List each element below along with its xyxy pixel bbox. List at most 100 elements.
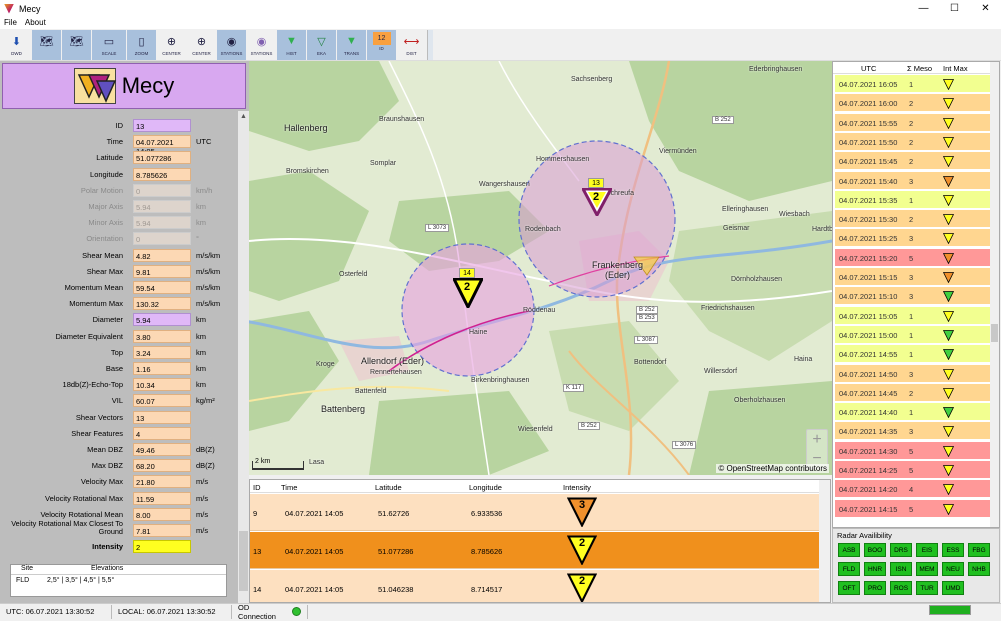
history-row[interactable]: 04.07.2021 14:45 2 (835, 383, 991, 402)
history-row[interactable]: 04.07.2021 16:00 2 (835, 94, 991, 113)
history-row[interactable]: 04.07.2021 15:00 1 (835, 325, 991, 344)
history-row[interactable]: 04.07.2021 14:30 5 (835, 441, 991, 460)
history-row[interactable]: 04.07.2021 15:55 2 (835, 113, 991, 132)
field-value[interactable]: 1.16 (133, 362, 191, 375)
cell-table-scrollbar[interactable] (819, 480, 830, 602)
menu-file[interactable]: File (0, 17, 21, 29)
field-value[interactable]: 3.80 (133, 329, 191, 343)
toolbar-button-stations[interactable]: ◉ STATIONS (247, 30, 276, 60)
map-view[interactable]: Hallenberg Sachsenberg Ederbringhausen Brau… (249, 61, 832, 475)
history-row[interactable]: 04.07.2021 16:05 1 (835, 75, 991, 93)
field-value[interactable]: 4 (133, 426, 191, 440)
field-value[interactable]: 2 (133, 540, 191, 554)
field-value[interactable]: 59.54 (133, 281, 191, 294)
field-value[interactable]: 68.20 (133, 459, 191, 473)
field-value[interactable]: 5.94 (133, 313, 191, 327)
history-row[interactable]: 04.07.2021 15:30 2 (835, 210, 991, 229)
field-value[interactable]: 13 (133, 410, 191, 424)
radar-station-oft[interactable]: OFT (838, 581, 860, 595)
radar-station-asb[interactable]: ASB (838, 543, 860, 557)
col-int-max[interactable]: Int Max (943, 64, 968, 73)
field-value[interactable]: 60.07 (133, 394, 191, 408)
col-utc[interactable]: UTC (861, 64, 876, 73)
field-value[interactable]: 8.785626 (133, 167, 191, 181)
minimize-button[interactable]: — (908, 0, 939, 17)
scroll-up-icon[interactable]: ▲ (240, 113, 247, 120)
scrollbar-thumb[interactable] (239, 531, 248, 591)
col-time[interactable]: Time (281, 483, 297, 492)
field-value[interactable]: 49.46 (133, 443, 191, 456)
radar-station-tur[interactable]: TUR (916, 581, 938, 595)
radar-station-drs[interactable]: DRS (890, 543, 912, 557)
radar-station-neu[interactable]: NEU (942, 562, 964, 576)
history-row[interactable]: 04.07.2021 14:40 1 (835, 403, 991, 422)
radar-station-ros[interactable]: ROS (890, 581, 912, 595)
radar-station-ess[interactable]: ESS (942, 543, 964, 557)
col-sum-meso[interactable]: Σ Meso (907, 64, 932, 73)
toolbar-button-dwd[interactable]: ⬇ DWD (2, 30, 31, 60)
history-row[interactable]: 04.07.2021 14:15 5 (835, 499, 991, 518)
field-value[interactable]: 10.34 (133, 378, 191, 392)
toolbar-overflow[interactable] (427, 30, 433, 60)
radar-station-fld[interactable]: FLD (838, 562, 860, 576)
col-longitude[interactable]: Longitude (469, 483, 502, 492)
radar-station-mem[interactable]: MEM (916, 562, 938, 576)
history-list-scrollbar[interactable] (990, 62, 999, 527)
history-row[interactable]: 04.07.2021 14:20 4 (835, 480, 991, 499)
history-row[interactable]: 04.07.2021 15:50 2 (835, 132, 991, 151)
field-value[interactable]: 13 (133, 119, 191, 132)
field-value[interactable]: 130.32 (133, 297, 191, 311)
history-row[interactable]: 04.07.2021 15:15 3 (835, 268, 991, 286)
radar-station-isn[interactable]: ISN (890, 562, 912, 576)
toolbar-button-id[interactable]: 12 ID (367, 30, 396, 60)
toolbar-button-map-layers-icon[interactable]: 🗺 (32, 30, 61, 60)
radar-station-nhb[interactable]: NHB (968, 562, 990, 576)
toolbar-button-map-color-icon[interactable]: 🗺 (62, 30, 91, 60)
zoom-in-icon[interactable]: + (807, 430, 827, 449)
history-row[interactable]: 04.07.2021 14:55 1 (835, 345, 991, 364)
field-value[interactable]: 8.00 (133, 507, 191, 521)
toolbar-button-scale[interactable]: ▭ SCALE (92, 30, 126, 60)
cell-table-row[interactable]: 14 04.07.2021 14:05 51.046238 8.714517 2 (250, 570, 820, 602)
toolbar-button-hist[interactable]: ▼ HIST (277, 30, 306, 60)
radar-station-eis[interactable]: EIS (916, 543, 938, 557)
history-row[interactable]: 04.07.2021 15:20 5 (835, 248, 991, 267)
history-row[interactable]: 04.07.2021 15:25 3 (835, 229, 991, 248)
radar-station-fbg[interactable]: FBG (968, 543, 990, 557)
radar-station-pro[interactable]: PRO (864, 581, 886, 595)
history-row[interactable]: 04.07.2021 15:40 3 (835, 171, 991, 190)
field-value[interactable]: 9.81 (133, 264, 191, 278)
close-button[interactable]: ✕ (970, 0, 1001, 17)
radar-station-boo[interactable]: BOO (864, 543, 886, 557)
map-attribution[interactable]: © OpenStreetMap contributors (716, 464, 829, 473)
maximize-button[interactable]: ☐ (939, 0, 970, 17)
toolbar-button-center[interactable]: ⊕ CENTER (157, 30, 186, 60)
field-value[interactable]: 11.59 (133, 491, 191, 505)
history-row[interactable]: 04.07.2021 15:10 3 (835, 287, 991, 306)
left-scrollbar[interactable]: ▲ (238, 111, 249, 603)
cell-table-row[interactable]: 13 04.07.2021 14:05 51.077286 8.785626 2 (250, 532, 820, 569)
toolbar-button-zoom[interactable]: ▯ ZOOM (127, 30, 156, 60)
history-row[interactable]: 04.07.2021 14:25 5 (835, 461, 991, 479)
field-value[interactable]: 04.07.2021 14:05 (133, 135, 191, 156)
history-row[interactable]: 04.07.2021 15:45 2 (835, 152, 991, 171)
toolbar-button-stations[interactable]: ◉ STATIONS (217, 30, 246, 60)
toolbar-button-trans[interactable]: ▼ TRANS (337, 30, 366, 60)
field-value[interactable]: 4.82 (133, 248, 191, 262)
scrollbar-thumb[interactable] (991, 324, 998, 342)
cell-table-row[interactable]: 9 04.07.2021 14:05 51.62726 6.933536 3 (250, 494, 820, 531)
history-row[interactable]: 04.07.2021 14:50 3 (835, 364, 991, 383)
toolbar-button-dist[interactable]: ⟷ DIST (397, 30, 426, 60)
toolbar-button-eka[interactable]: ▽ EKA (307, 30, 336, 60)
field-value[interactable]: 51.077286 (133, 151, 191, 165)
history-row[interactable]: 04.07.2021 15:35 1 (835, 190, 991, 209)
radar-station-umd[interactable]: UMD (942, 581, 964, 595)
field-value[interactable]: 21.80 (133, 475, 191, 489)
map-zoom-control[interactable]: + − (806, 429, 828, 469)
col-latitude[interactable]: Latitude (375, 483, 402, 492)
menu-about[interactable]: About (21, 17, 50, 29)
toolbar-button-center[interactable]: ⊕ CENTER (187, 30, 216, 60)
col-id[interactable]: ID (253, 483, 261, 492)
col-intensity[interactable]: Intensity (563, 483, 591, 492)
field-value[interactable]: 3.24 (133, 345, 191, 359)
